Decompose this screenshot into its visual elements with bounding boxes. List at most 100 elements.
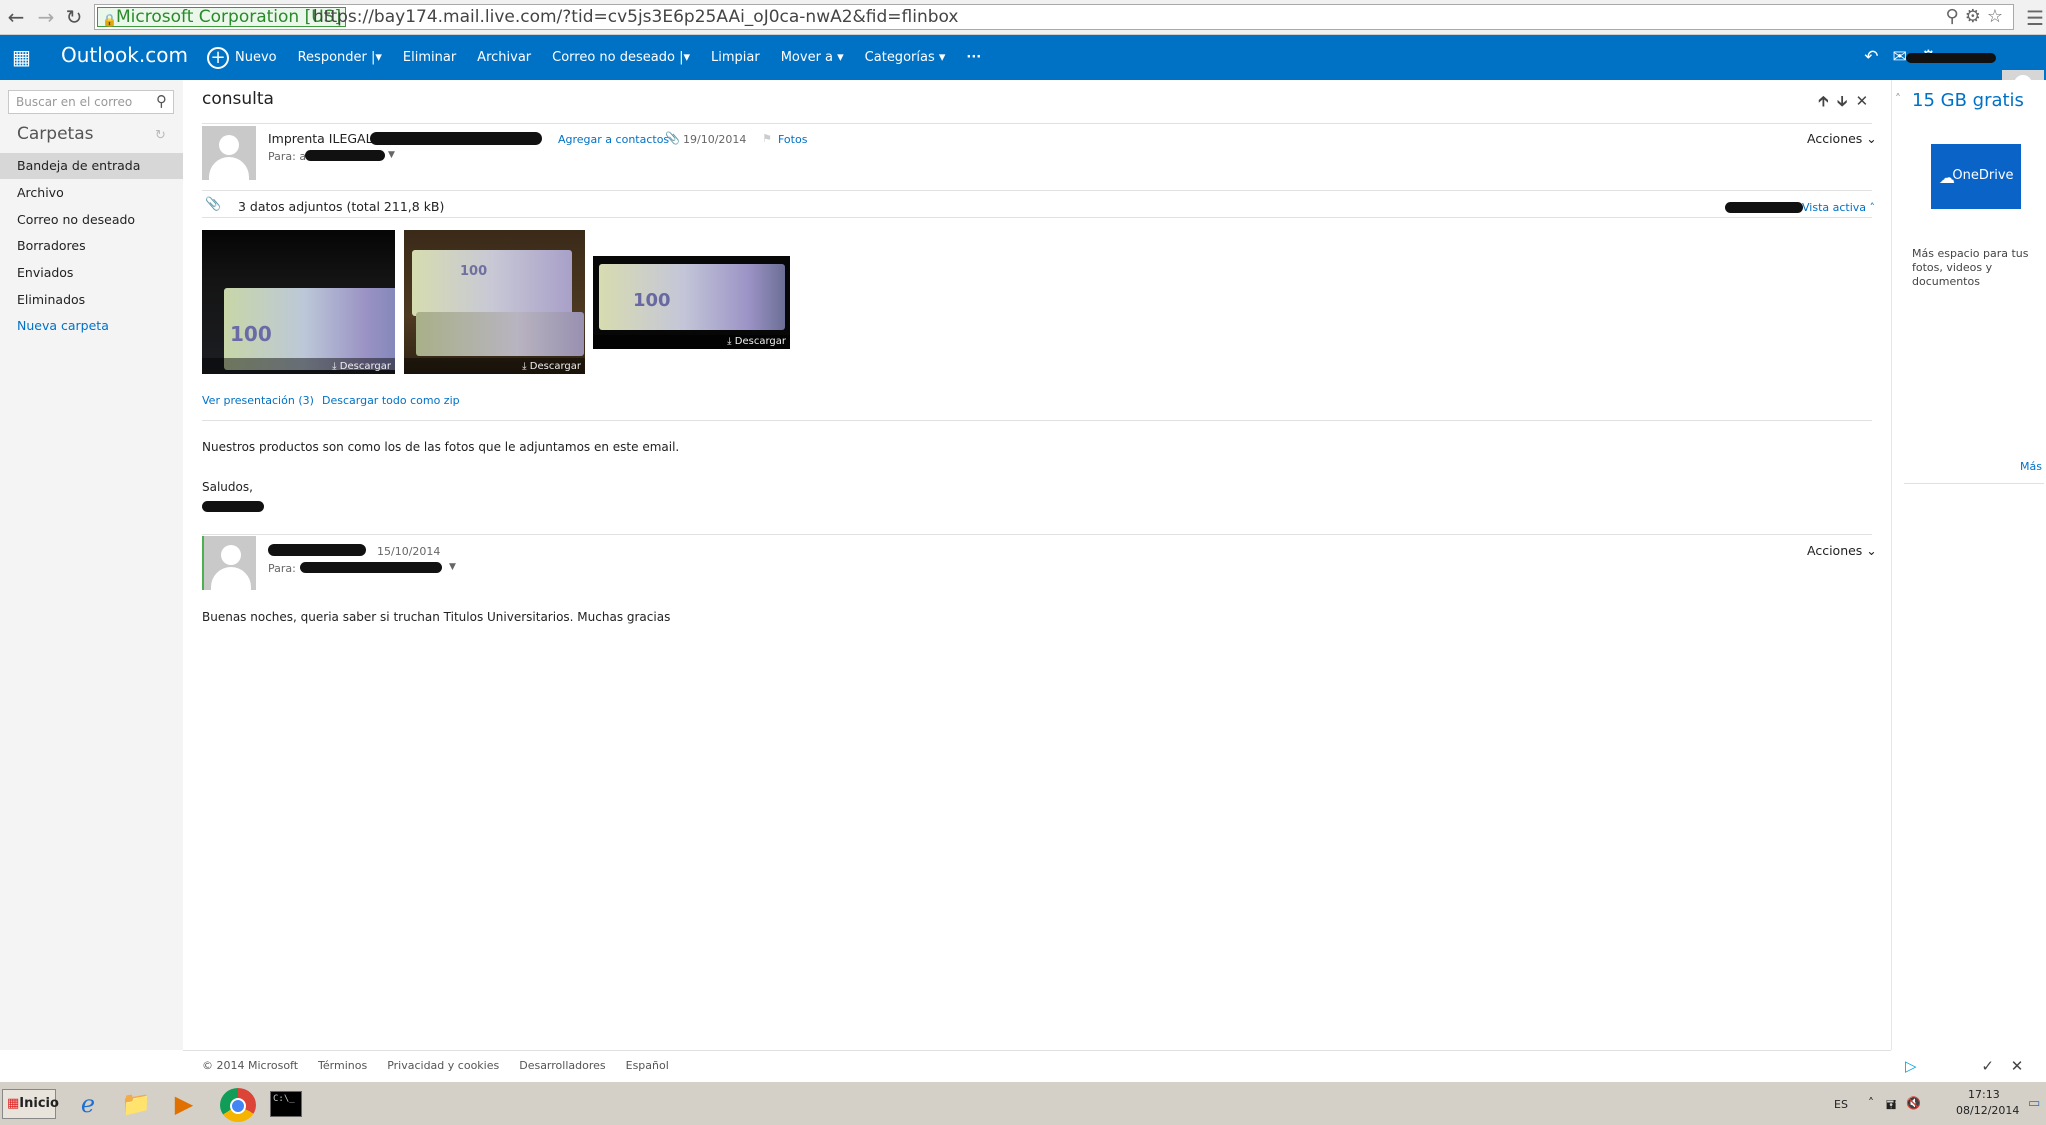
folder-sent[interactable]: Enviados xyxy=(0,260,183,286)
new-button[interactable]: + Nuevo xyxy=(207,46,277,69)
divider xyxy=(202,190,1872,191)
start-button[interactable]: ▦Inicio xyxy=(2,1089,59,1119)
collapse-icon[interactable]: ˄ xyxy=(1895,92,1901,106)
junk-button[interactable]: Correo no deseado |▾ xyxy=(552,50,690,65)
more-commands-button[interactable]: ··· xyxy=(966,50,981,65)
download-link[interactable]: ⤓ Descargar xyxy=(332,361,391,372)
category-fotos[interactable]: Fotos xyxy=(778,133,807,146)
download-link[interactable]: ⤓ Descargar xyxy=(727,336,786,347)
url-text[interactable]: https://bay174.mail.live.com/?tid=cv5js3… xyxy=(313,8,958,27)
address-bar-icons: ⚲⚙☆ xyxy=(1946,6,2009,27)
search-icon[interactable]: ⚲ xyxy=(156,92,167,110)
privacy-link[interactable]: Privacidad y cookies xyxy=(387,1059,499,1072)
actions-menu[interactable]: Acciones ⌄ xyxy=(1807,131,1877,146)
recipient-dropdown-icon[interactable]: ▼ xyxy=(449,562,456,572)
input-language[interactable]: ES xyxy=(1834,1098,1848,1111)
reload-icon[interactable]: ↻ xyxy=(62,5,86,29)
windows-logo-icon: ▦ xyxy=(7,1096,20,1111)
ad-panel: ˄ 15 GB gratis ☁ OneDrive Más espacio pa… xyxy=(1891,80,2046,1119)
more-link[interactable]: Más xyxy=(2020,460,2042,473)
previous-message-icon[interactable]: 🡱 xyxy=(1818,92,1837,110)
archive-button[interactable]: Archivar xyxy=(477,50,531,65)
slideshow-link[interactable]: Ver presentación (3) xyxy=(202,394,314,407)
app-launcher-icon[interactable]: ▦ xyxy=(12,47,32,67)
terms-link[interactable]: Términos xyxy=(318,1059,367,1072)
folder-junk[interactable]: Correo no deseado xyxy=(0,207,183,233)
paperclip-icon: 📎 xyxy=(205,197,222,212)
os-taskbar: ▦Inicio ℯ 📁 ▶ C:\_ ES ˄ 🖬 🔇 17:13 08/12/… xyxy=(0,1081,2046,1125)
attachment-thumbnail[interactable]: 100 ⤓ Descargar xyxy=(404,230,585,374)
onedrive-label: OneDrive xyxy=(1952,168,2014,183)
folder-deleted[interactable]: Eliminados xyxy=(0,287,183,313)
active-view-toggle[interactable]: Vista activa ˄ xyxy=(1802,201,1875,214)
command-prompt-icon[interactable]: C:\_ xyxy=(270,1091,302,1117)
move-to-button[interactable]: Mover a ▾ xyxy=(781,50,844,65)
clock-time[interactable]: 17:13 xyxy=(1968,1088,2000,1101)
tools-icon[interactable]: ⚙ xyxy=(1965,6,1987,27)
add-to-contacts-link[interactable]: Agregar a contactos xyxy=(558,133,669,146)
copyright-text: © 2014 Microsoft xyxy=(202,1059,299,1072)
back-icon[interactable]: ← xyxy=(4,5,28,29)
developers-link[interactable]: Desarrolladores xyxy=(519,1059,605,1072)
attachment-thumbnail[interactable]: 100 ⤓ Descargar xyxy=(202,230,395,374)
chrome-center xyxy=(230,1098,246,1114)
folder-archive[interactable]: Archivo xyxy=(0,180,183,206)
message-date: 15/10/2014 xyxy=(377,545,441,558)
play-icon[interactable]: ▷ xyxy=(1905,1057,1917,1075)
onedrive-logo[interactable]: ☁ OneDrive xyxy=(1931,144,2021,209)
message-subject: consulta xyxy=(202,89,274,109)
actions-menu[interactable]: Acciones ⌄ xyxy=(1807,543,1877,558)
refresh-icon[interactable]: ↻ xyxy=(155,128,166,143)
zoom-icon[interactable]: ⚲ xyxy=(1946,6,1965,27)
chat-icon[interactable]: ✉ xyxy=(1893,47,1907,67)
ad-title[interactable]: 15 GB gratis xyxy=(1912,90,2024,111)
sender-avatar[interactable] xyxy=(204,536,256,590)
sender-name-redacted[interactable] xyxy=(268,544,366,556)
recipient-dropdown-icon[interactable]: ▼ xyxy=(388,150,395,160)
forward-icon[interactable]: → xyxy=(34,5,58,29)
recipient-redacted xyxy=(300,562,442,573)
undo-icon[interactable]: ↶ xyxy=(1864,47,1878,67)
start-label: Inicio xyxy=(19,1096,59,1111)
lock-icon: 🔒 xyxy=(102,13,117,27)
brand-logo[interactable]: Outlook.com xyxy=(61,43,188,67)
next-message-icon[interactable]: 🡳 xyxy=(1837,92,1856,110)
language-link[interactable]: Español xyxy=(626,1059,669,1072)
chrome-icon[interactable] xyxy=(220,1088,256,1122)
network-icon[interactable]: 🖬 xyxy=(1886,1096,1896,1117)
browser-menu-icon[interactable]: ☰ xyxy=(2026,6,2044,30)
close-icon[interactable]: ✕ xyxy=(1856,92,1877,110)
categories-button[interactable]: Categorías ▾ xyxy=(865,50,946,65)
sweep-button[interactable]: Limpiar xyxy=(711,50,760,65)
flag-icon[interactable]: ⚑ xyxy=(762,132,772,145)
folder-drafts[interactable]: Borradores xyxy=(0,233,183,259)
internet-explorer-icon[interactable]: ℯ xyxy=(72,1088,104,1120)
message-body: Nuestros productos son como los de las f… xyxy=(202,440,680,454)
download-link[interactable]: ⤓ Descargar xyxy=(522,361,581,372)
delete-button[interactable]: Eliminar xyxy=(403,50,456,65)
attachment-thumbnail[interactable]: 100 ⤓ Descargar xyxy=(593,256,790,349)
sender-name[interactable]: Imprenta ILEGAL xyxy=(268,131,373,146)
folder-inbox[interactable]: Bandeja de entrada xyxy=(0,153,183,179)
media-player-icon[interactable]: ▶ xyxy=(168,1088,200,1120)
address-bar[interactable]: 🔒 Microsoft Corporation [US] https://bay… xyxy=(94,4,2014,30)
volume-muted-icon[interactable]: 🔇 xyxy=(1906,1096,1921,1110)
show-desktop-icon[interactable]: ▭ xyxy=(2028,1096,2040,1111)
plus-icon: + xyxy=(207,46,229,69)
close-icon[interactable]: ✕ xyxy=(2011,1057,2024,1075)
check-icon[interactable]: ✓ xyxy=(1981,1057,1994,1075)
page-footer: © 2014 Microsoft Términos Privacidad y c… xyxy=(183,1050,1891,1080)
ev-certificate-badge[interactable]: 🔒 Microsoft Corporation [US] xyxy=(97,7,347,27)
tray-expand-icon[interactable]: ˄ xyxy=(1868,1096,1874,1110)
download-zip-link[interactable]: Descargar todo como zip xyxy=(322,394,460,407)
attachment-clip-icon: 📎 xyxy=(665,131,680,145)
user-name-redacted[interactable] xyxy=(1906,53,1996,63)
banknote-denomination: 100 xyxy=(633,290,671,311)
new-folder-link[interactable]: Nueva carpeta xyxy=(0,313,183,339)
file-explorer-icon[interactable]: 📁 xyxy=(120,1088,152,1120)
search-input[interactable]: Buscar en el correo ⚲ xyxy=(8,90,174,114)
bookmark-star-icon[interactable]: ☆ xyxy=(1987,6,2009,27)
sender-avatar[interactable] xyxy=(202,126,256,180)
reply-button[interactable]: Responder |▾ xyxy=(298,50,382,65)
clock-date[interactable]: 08/12/2014 xyxy=(1956,1104,2019,1117)
